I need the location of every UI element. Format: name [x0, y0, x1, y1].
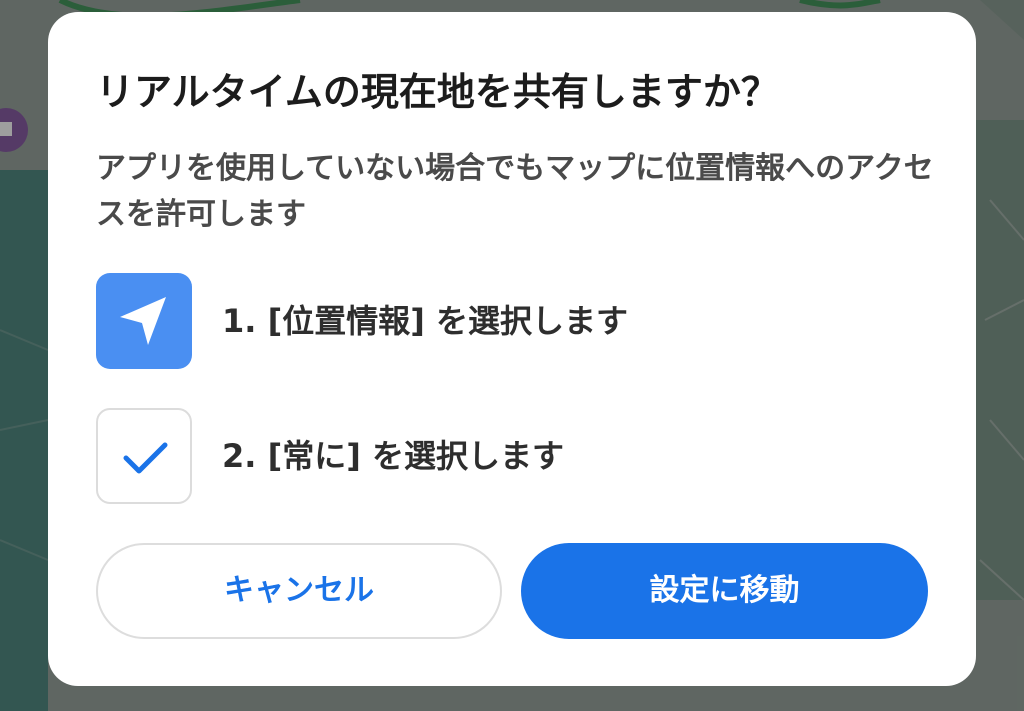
cancel-button[interactable]: キャンセル — [96, 543, 502, 639]
step-select-location: 1. [位置情報] を選択します — [96, 273, 936, 369]
step-select-always: 2. [常に] を選択します — [96, 408, 936, 504]
checkmark-icon — [96, 408, 192, 504]
screen: リアルタイムの現在地を共有しますか？ アプリを使用していない場合でもマップに位置… — [0, 0, 1024, 711]
location-share-dialog: リアルタイムの現在地を共有しますか？ アプリを使用していない場合でもマップに位置… — [48, 12, 976, 686]
step-label: 1. [位置情報] を選択します — [222, 302, 628, 340]
dialog-title: リアルタイムの現在地を共有しますか？ — [96, 70, 779, 114]
location-arrow-icon — [96, 273, 192, 369]
dialog-description: アプリを使用していない場合でもマップに位置情報へのアクセスを許可します — [96, 151, 934, 232]
step-label: 2. [常に] を選択します — [222, 437, 564, 475]
go-to-settings-button[interactable]: 設定に移動 — [521, 543, 928, 639]
